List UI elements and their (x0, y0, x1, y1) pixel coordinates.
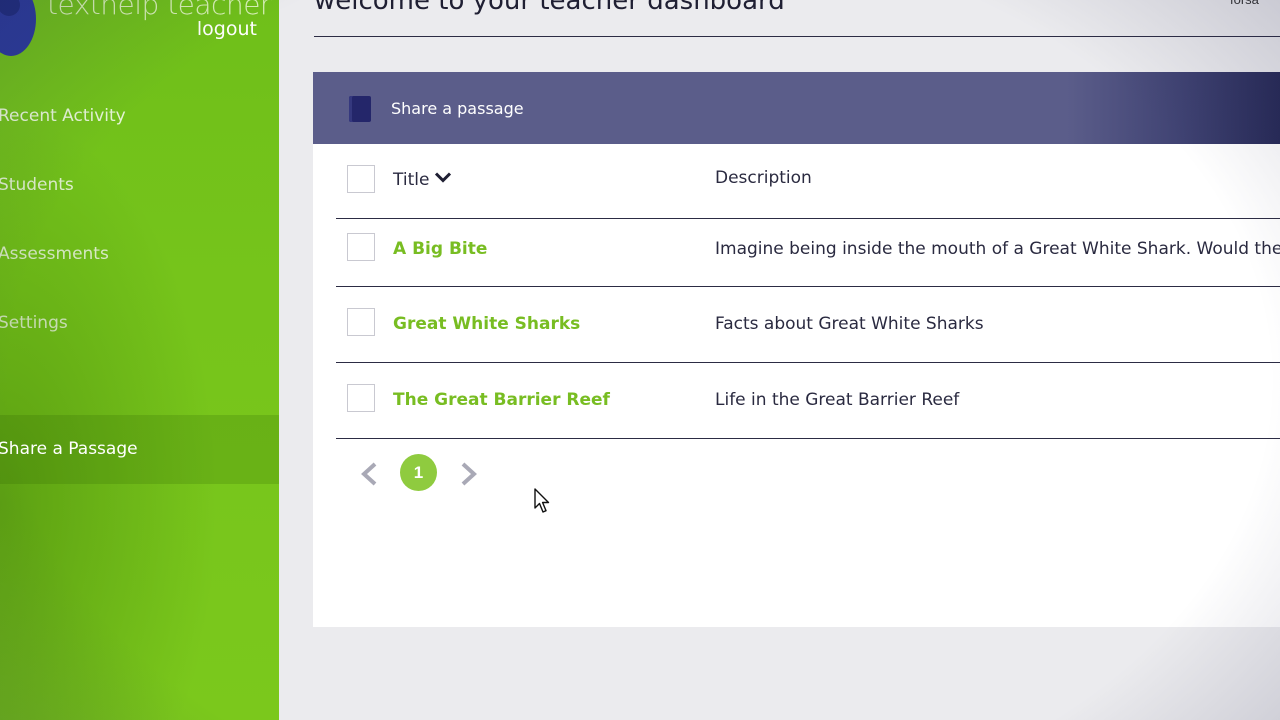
sidebar: texthelp teacher logout Recent Activity … (0, 0, 279, 720)
sidebar-item-recent-activity[interactable]: Recent Activity (0, 106, 126, 126)
sidebar-item-students[interactable]: Students (0, 175, 74, 195)
user-name[interactable]: forsa (1230, 0, 1259, 7)
passage-description: Imagine being inside the mouth of a Grea… (715, 239, 1280, 259)
sidebar-item-share-a-passage[interactable]: Share a Passage (0, 439, 138, 459)
passage-description: Facts about Great White Sharks (715, 314, 984, 334)
sidebar-item-assessments[interactable]: Assessments (0, 244, 109, 264)
page-number-current[interactable]: 1 (400, 454, 437, 491)
row-divider (336, 438, 1280, 439)
row-divider (336, 286, 1280, 287)
sidebar-item-settings[interactable]: Settings (0, 313, 68, 333)
row-checkbox[interactable] (347, 384, 375, 412)
avatar[interactable] (0, 0, 36, 56)
page-title: welcome to your teacher dashboard (314, 0, 785, 16)
header-divider (314, 36, 1280, 37)
table-row: Great White Sharks Facts about Great Whi… (336, 288, 1280, 363)
passage-title-link[interactable]: A Big Bite (393, 239, 487, 259)
panel-title: Share a passage (391, 99, 524, 118)
passage-title-link[interactable]: Great White Sharks (393, 314, 580, 334)
description-column-header: Description (715, 168, 812, 188)
chevron-down-icon[interactable] (435, 168, 452, 188)
logout-link[interactable]: logout (197, 18, 257, 40)
share-passage-panel: Share a passage Title Description A Big … (313, 72, 1280, 627)
title-column-header[interactable]: Title (393, 168, 452, 190)
row-divider (336, 362, 1280, 363)
panel-header: Share a passage (313, 72, 1280, 144)
table-row: A Big Bite Imagine being inside the mout… (336, 212, 1280, 287)
table-row: The Great Barrier Reef Life in the Great… (336, 364, 1280, 439)
title-column-label: Title (393, 170, 430, 190)
row-checkbox[interactable] (347, 233, 375, 261)
chevron-left-icon[interactable] (359, 462, 381, 486)
book-icon (349, 96, 371, 122)
select-all-checkbox[interactable] (347, 165, 375, 193)
passage-title-link[interactable]: The Great Barrier Reef (393, 390, 610, 410)
passage-description: Life in the Great Barrier Reef (715, 390, 960, 410)
mouse-cursor-icon (534, 488, 550, 519)
row-checkbox[interactable] (347, 308, 375, 336)
table-header-row: Title Description (336, 144, 1280, 219)
chevron-right-icon[interactable] (458, 462, 480, 486)
